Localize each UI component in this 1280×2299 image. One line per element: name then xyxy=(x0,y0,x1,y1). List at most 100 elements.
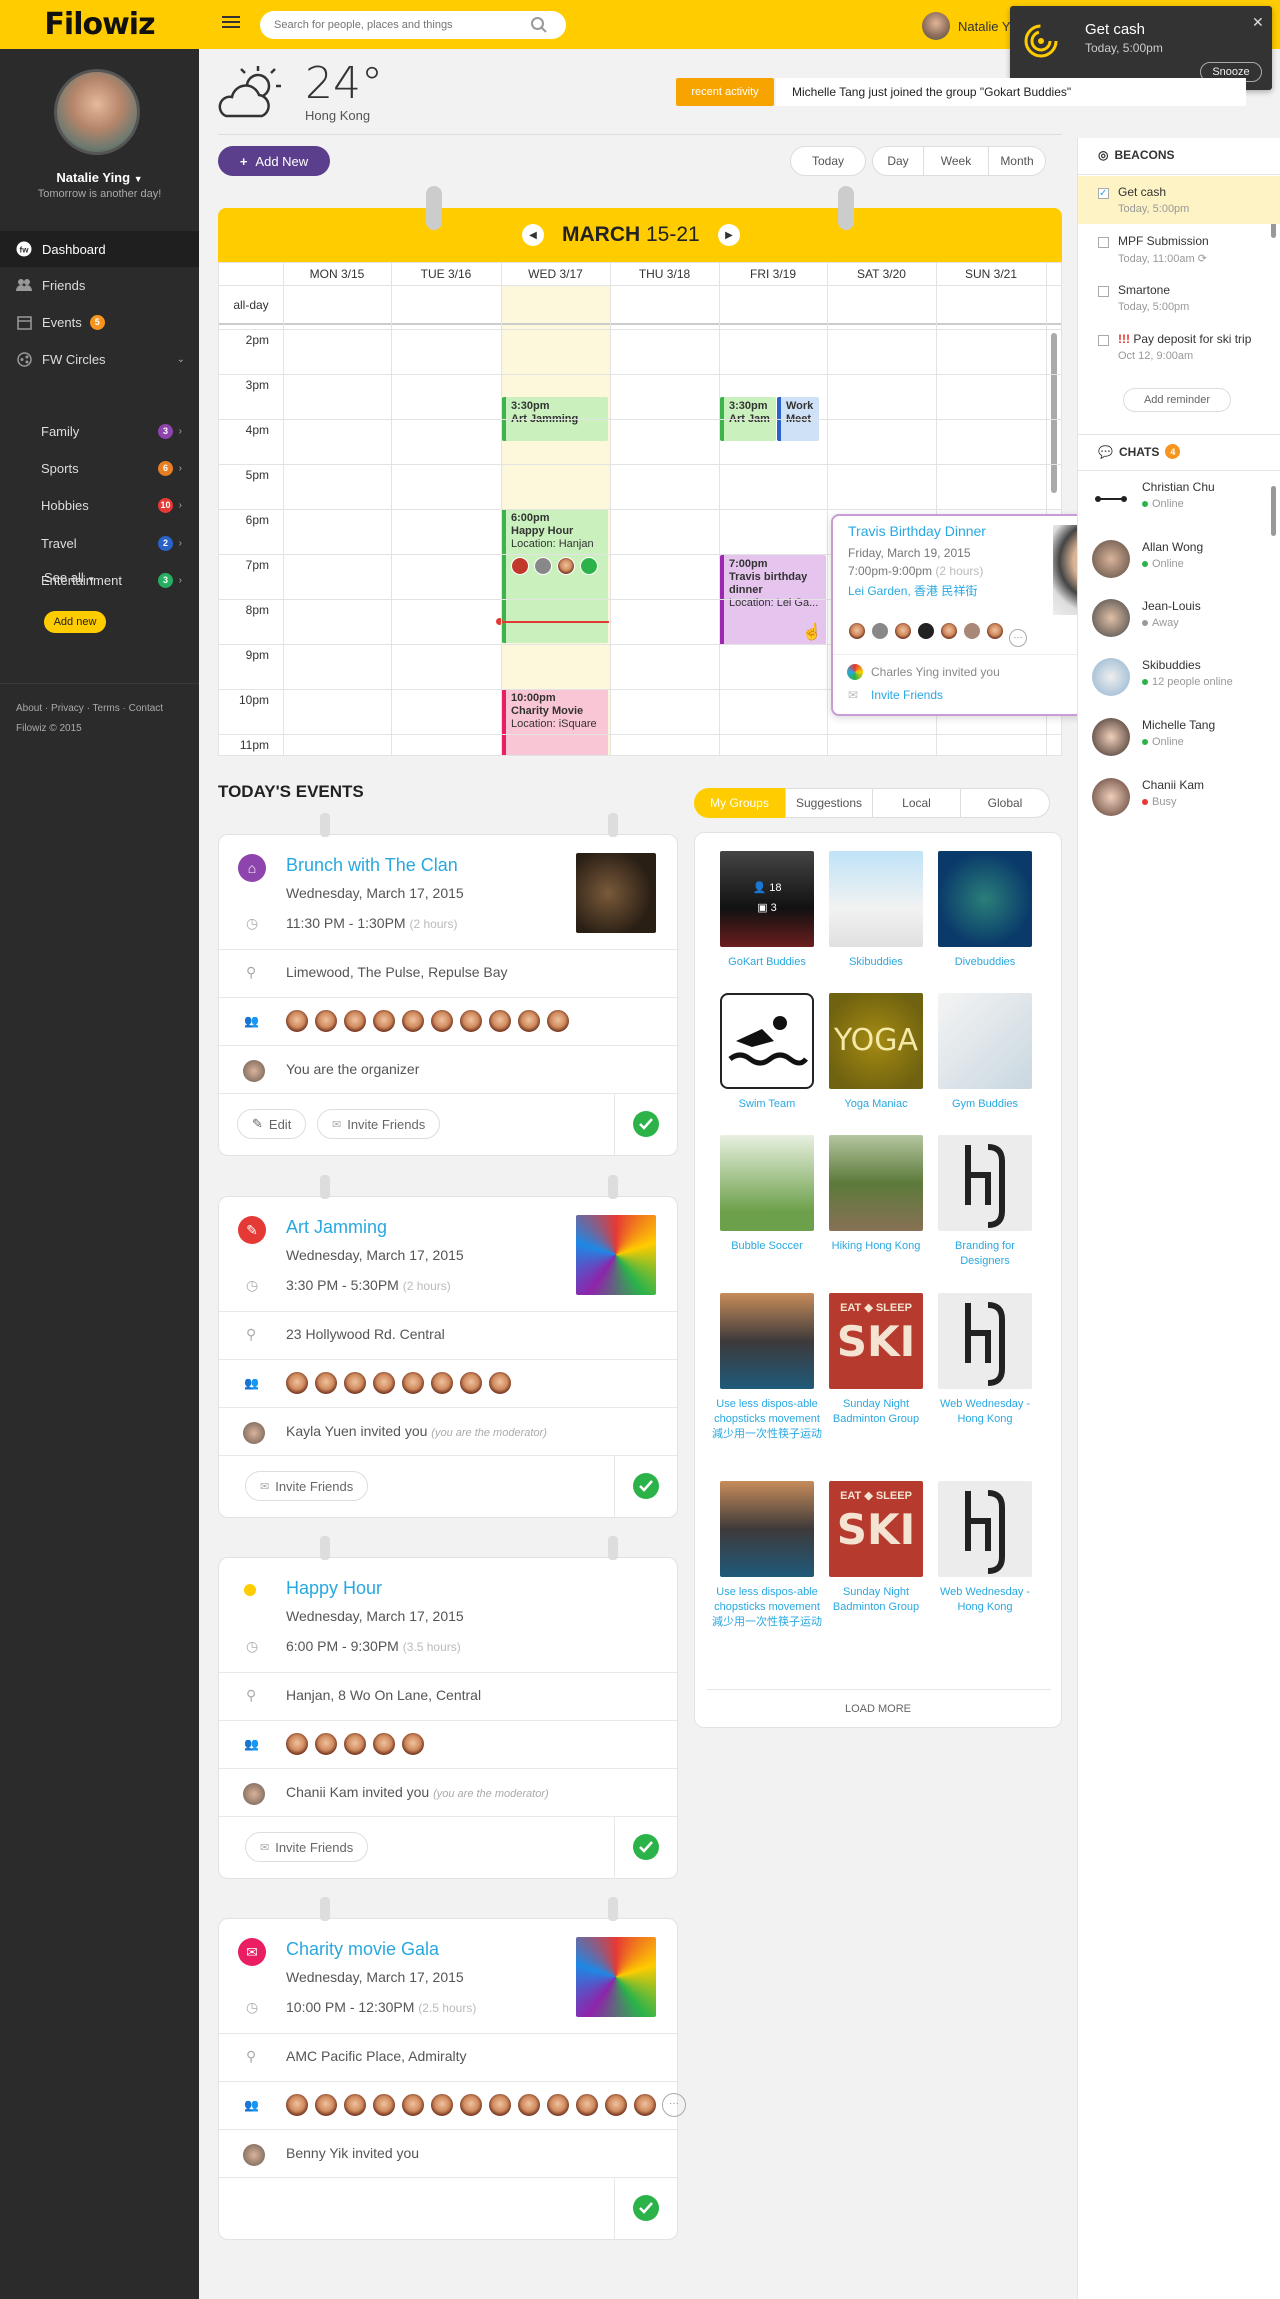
check-icon[interactable] xyxy=(633,1473,659,1499)
avatar[interactable] xyxy=(517,1009,541,1033)
next-week-button[interactable]: ▶ xyxy=(718,224,740,246)
prev-week-button[interactable]: ◀ xyxy=(522,224,544,246)
menu-icon[interactable] xyxy=(222,16,240,32)
check-icon[interactable] xyxy=(633,1111,659,1137)
see-all-link[interactable]: See all ▼ xyxy=(44,570,95,585)
checkbox[interactable] xyxy=(1098,335,1109,346)
checkbox[interactable] xyxy=(1098,237,1109,248)
group-tile[interactable] xyxy=(720,1135,814,1231)
avatar[interactable] xyxy=(285,1732,309,1756)
load-more-button[interactable]: LOAD MORE xyxy=(695,1703,1061,1715)
profile-avatar[interactable] xyxy=(54,69,140,155)
avatar[interactable] xyxy=(430,1371,454,1395)
tab-suggestions[interactable]: Suggestions xyxy=(785,788,873,818)
invite-friends-button[interactable]: ✉ Invite Friends xyxy=(245,1832,369,1862)
avatar[interactable] xyxy=(488,2093,512,2117)
event-thumbnail[interactable] xyxy=(576,853,656,933)
group-tile[interactable] xyxy=(720,1481,814,1577)
chat-item[interactable]: Allan Wong Online xyxy=(1092,538,1277,586)
invite-friends-button[interactable]: ✉ Invite Friends xyxy=(317,1109,441,1139)
sidebar-item-circle[interactable]: Travel 2 › xyxy=(41,528,191,558)
group-name[interactable]: Sunday Night Badminton Group xyxy=(821,1397,931,1427)
nav-events[interactable]: Events 5 xyxy=(0,304,199,340)
close-icon[interactable]: ✕ xyxy=(1252,14,1264,31)
group-name[interactable]: Divebuddies xyxy=(930,955,1040,970)
add-new-event-button[interactable]: + Add New xyxy=(218,146,330,176)
popover-location[interactable]: Lei Garden, 香港 民祥街 xyxy=(848,582,977,599)
avatar[interactable] xyxy=(430,2093,454,2117)
group-tile[interactable] xyxy=(720,993,814,1089)
avatar[interactable] xyxy=(430,1009,454,1033)
avatar[interactable] xyxy=(459,1371,483,1395)
footer-links[interactable]: About · Privacy · Terms · Contact xyxy=(16,703,163,714)
add-reminder-button[interactable]: Add reminder xyxy=(1123,388,1231,412)
group-tile[interactable] xyxy=(938,1135,1032,1231)
avatar[interactable] xyxy=(604,2093,628,2117)
sidebar-item-circle[interactable]: Hobbies 10 › xyxy=(41,490,191,520)
group-tile[interactable] xyxy=(829,1135,923,1231)
group-tile[interactable] xyxy=(938,851,1032,947)
group-name[interactable]: Sunday Night Badminton Group xyxy=(821,1585,931,1615)
group-tile[interactable] xyxy=(829,851,923,947)
event-title[interactable]: Art Jamming xyxy=(286,1217,387,1238)
logo[interactable]: Filowiz xyxy=(0,0,199,49)
avatar[interactable] xyxy=(372,1009,396,1033)
avatar[interactable] xyxy=(372,1371,396,1395)
avatar[interactable] xyxy=(575,2093,599,2117)
edit-button[interactable]: ✎ Edit xyxy=(237,1109,307,1139)
avatar[interactable] xyxy=(459,1009,483,1033)
chat-item[interactable]: Michelle Tang Online xyxy=(1092,716,1277,764)
more-icon[interactable]: ··· xyxy=(1009,629,1027,647)
check-icon[interactable] xyxy=(633,1834,659,1860)
group-name[interactable]: Web Wednesday - Hong Kong xyxy=(930,1585,1040,1615)
avatar[interactable] xyxy=(459,2093,483,2117)
check-icon[interactable] xyxy=(633,2195,659,2221)
group-name[interactable]: Web Wednesday - Hong Kong xyxy=(930,1397,1040,1427)
nav-dashboard[interactable]: fw Dashboard xyxy=(0,231,199,267)
calendar-event[interactable]: 10:00pm Charity Movie Location: iSquare xyxy=(502,689,608,755)
invite-friends-button[interactable]: ✉ Invite Friends xyxy=(245,1471,369,1501)
avatar[interactable] xyxy=(372,2093,396,2117)
avatar[interactable] xyxy=(343,1371,367,1395)
group-name[interactable]: Use less dispos-able chopsticks movement… xyxy=(712,1585,822,1630)
chat-item[interactable]: Jean-Louis Away xyxy=(1092,597,1277,645)
group-name[interactable]: Bubble Soccer xyxy=(712,1239,822,1254)
tab-global[interactable]: Global xyxy=(961,788,1050,818)
group-tile[interactable]: YOGA xyxy=(829,993,923,1089)
group-name[interactable]: Branding for Designers xyxy=(930,1239,1040,1269)
add-circle-button[interactable]: Add new xyxy=(44,611,106,633)
recent-activity-text[interactable]: Michelle Tang just joined the group "Gok… xyxy=(776,78,1246,106)
nav-friends[interactable]: Friends xyxy=(0,267,199,303)
sidebar-item-circle[interactable]: Sports 6 › xyxy=(41,453,191,483)
avatar[interactable] xyxy=(314,1732,338,1756)
avatar[interactable] xyxy=(285,2093,309,2117)
tab-local[interactable]: Local xyxy=(873,788,961,818)
avatar[interactable] xyxy=(401,1371,425,1395)
avatar[interactable] xyxy=(314,1371,338,1395)
search-input[interactable] xyxy=(260,11,566,39)
group-name[interactable]: GoKart Buddies xyxy=(712,955,822,970)
invite-friends-link[interactable]: Invite Friends xyxy=(871,688,943,702)
scrollbar[interactable] xyxy=(1051,333,1057,493)
more-icon[interactable]: ··· xyxy=(662,2093,686,2117)
group-name[interactable]: Yoga Maniac xyxy=(821,1097,931,1112)
avatar[interactable] xyxy=(488,1371,512,1395)
beacon-item[interactable]: Smartone Today, 5:00pm xyxy=(1078,274,1280,322)
avatar[interactable] xyxy=(546,1009,570,1033)
group-tile[interactable]: EAT ◆ SLEEP SKI xyxy=(829,1293,923,1389)
sidebar-item-circle[interactable]: Family 3 › xyxy=(41,416,191,446)
profile-name-row[interactable]: Natalie Ying ▼ xyxy=(0,170,199,185)
group-tile[interactable] xyxy=(720,1293,814,1389)
group-name[interactable]: Gym Buddies xyxy=(930,1097,1040,1112)
event-title[interactable]: Charity movie Gala xyxy=(286,1939,439,1960)
group-tile[interactable] xyxy=(938,1481,1032,1577)
group-name[interactable]: Hiking Hong Kong xyxy=(821,1239,931,1254)
view-week-button[interactable]: Week xyxy=(923,146,989,176)
avatar[interactable] xyxy=(488,1009,512,1033)
today-button[interactable]: Today xyxy=(790,146,866,176)
beacon-item[interactable]: ✓ Get cash Today, 5:00pm xyxy=(1078,176,1280,224)
avatar[interactable] xyxy=(372,1732,396,1756)
avatar[interactable] xyxy=(546,2093,570,2117)
avatar[interactable] xyxy=(343,1009,367,1033)
avatar[interactable] xyxy=(343,2093,367,2117)
